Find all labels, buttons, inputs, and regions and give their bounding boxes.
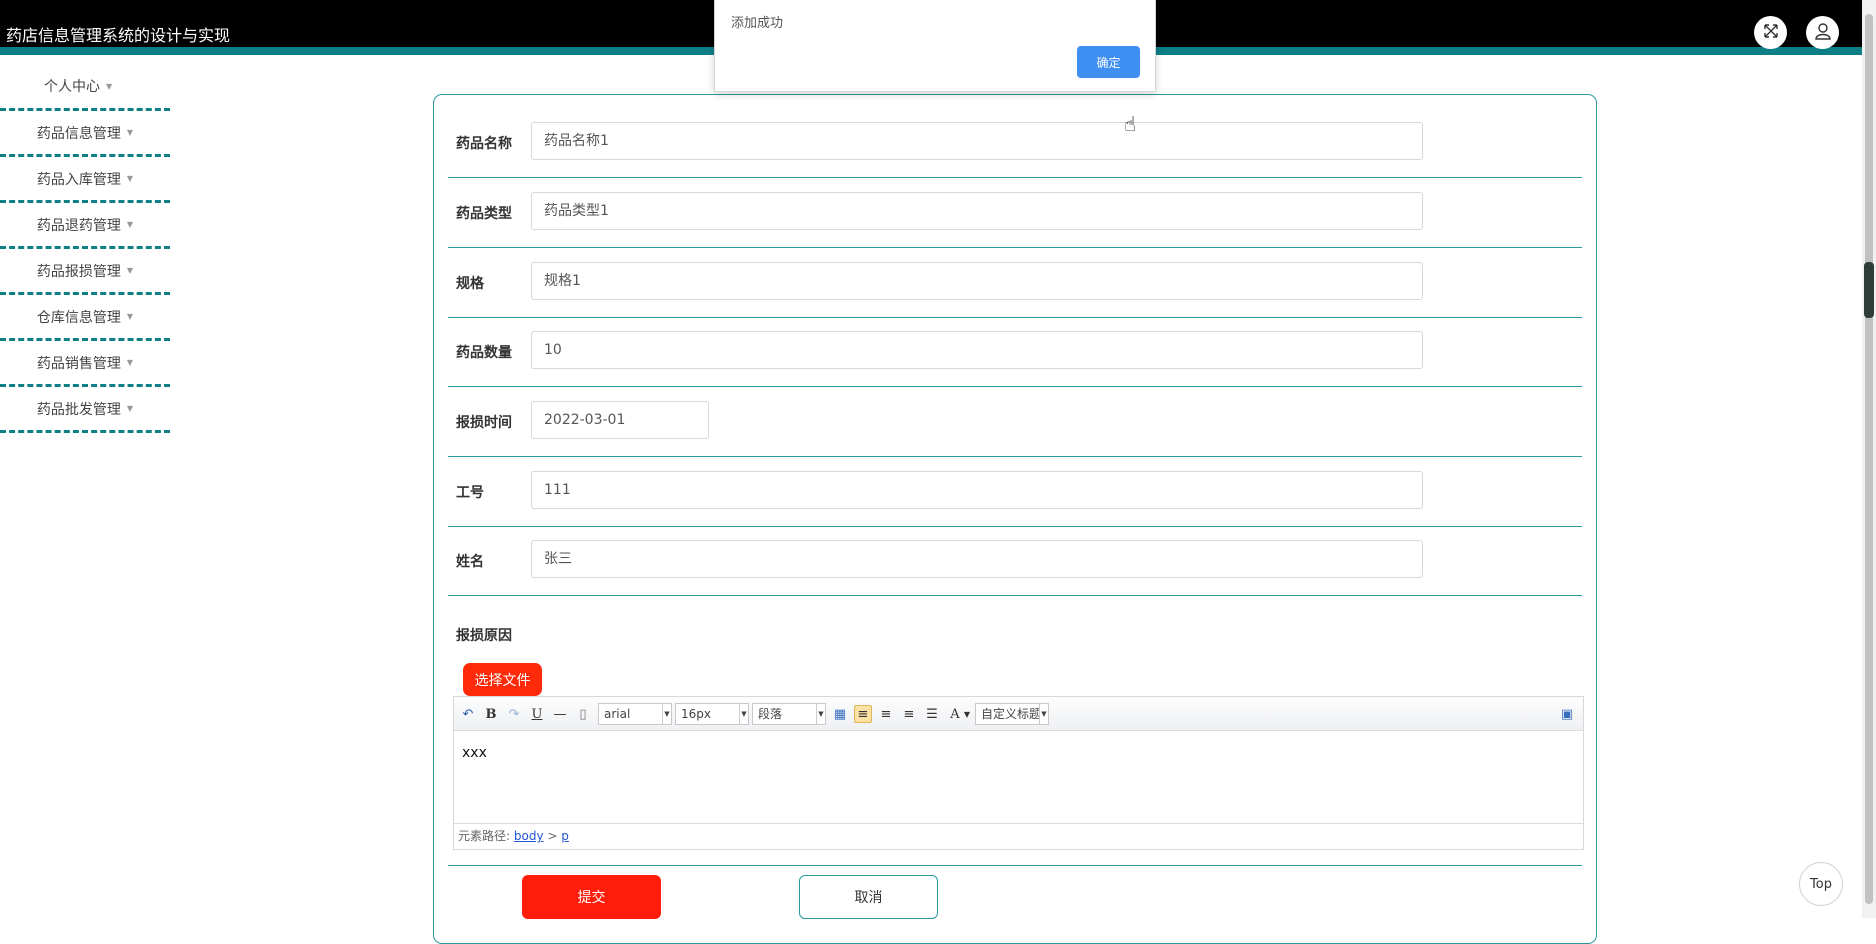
- caret-down-icon: ▼: [126, 220, 134, 229]
- fullscreen-icon: [1763, 23, 1779, 43]
- sidebar-item-label: 仓库信息管理: [36, 309, 121, 326]
- field-label: 药品数量: [456, 345, 512, 361]
- form-row-name: 姓名 张三: [448, 526, 1582, 596]
- field-label: 姓名: [456, 554, 484, 570]
- underline-icon[interactable]: U: [528, 705, 546, 723]
- sidebar-item-drug-inbound[interactable]: 药品入库管理 ▼: [0, 157, 170, 203]
- path-separator: >: [547, 829, 558, 843]
- cancel-button[interactable]: 取消: [799, 875, 938, 919]
- font-family-select[interactable]: arial ▼: [598, 703, 672, 725]
- editor-element-path: 元素路径: body > p: [454, 823, 1583, 849]
- font-family-value: arial: [604, 707, 631, 721]
- caret-down-icon: ▼: [126, 128, 134, 137]
- horizontal-rule-icon[interactable]: —: [551, 705, 569, 723]
- caret-down-icon: ▼: [126, 358, 134, 367]
- redo-icon[interactable]: ↷: [505, 705, 523, 723]
- hand-cursor-icon: ☝: [1124, 112, 1137, 136]
- field-label: 规格: [456, 276, 484, 292]
- path-body-link[interactable]: body: [514, 829, 544, 843]
- dropdown-arrow-icon[interactable]: ▼: [962, 705, 972, 723]
- dropdown-arrow-icon: ▼: [1039, 704, 1048, 724]
- choose-file-button[interactable]: 选择文件: [463, 663, 542, 696]
- dialog-ok-button[interactable]: 确定: [1077, 46, 1140, 78]
- caret-down-icon: ▼: [126, 312, 134, 321]
- sidebar-item-drug-sales[interactable]: 药品销售管理 ▼: [0, 341, 170, 387]
- scrollbar[interactable]: [1862, 0, 1876, 918]
- caret-down-icon: ▼: [126, 404, 134, 413]
- sidebar-item-label: 个人中心: [44, 79, 100, 95]
- drug-type-input[interactable]: 药品类型1: [531, 192, 1423, 230]
- form-row-drug-type: 药品类型 药品类型1: [448, 178, 1582, 248]
- sidebar-item-drug-wholesale[interactable]: 药品批发管理 ▼: [0, 387, 170, 433]
- form-row-quantity: 药品数量 10: [448, 317, 1582, 387]
- form-row-spec: 规格 规格1: [448, 248, 1582, 318]
- damage-date-input[interactable]: 2022-03-01: [531, 401, 709, 439]
- undo-icon[interactable]: ↶: [459, 705, 477, 723]
- caret-down-icon: ▼: [126, 266, 134, 275]
- custom-title-value: 自定义标题: [981, 707, 1039, 721]
- employee-id-input[interactable]: 111: [531, 471, 1423, 509]
- sidebar-item-warehouse[interactable]: 仓库信息管理 ▼: [0, 295, 170, 341]
- sidebar-item-label: 药品批发管理: [36, 401, 121, 418]
- form-row-employee-id: 工号 111: [448, 457, 1582, 527]
- align-right-icon[interactable]: ≡: [877, 705, 895, 723]
- align-left-icon[interactable]: ≡: [854, 705, 872, 723]
- field-label: 工号: [456, 485, 484, 501]
- fullscreen-button[interactable]: [1754, 16, 1787, 49]
- quantity-input[interactable]: 10: [531, 331, 1423, 369]
- name-input[interactable]: 张三: [531, 540, 1423, 578]
- dialog-message: 添加成功: [731, 16, 784, 31]
- app-title: 药店信息管理系统的设计与实现: [6, 26, 231, 45]
- dropdown-arrow-icon: ▼: [816, 704, 825, 724]
- user-icon: [1814, 22, 1832, 44]
- form-row-drug-name: 药品名称 药品名称1: [448, 108, 1582, 178]
- divider: [448, 865, 1582, 866]
- form-row-damage-date: 报损时间 2022-03-01: [448, 387, 1582, 457]
- table-icon[interactable]: ▦: [831, 705, 849, 723]
- dropdown-arrow-icon: ▼: [662, 704, 671, 724]
- field-label: 药品名称: [456, 136, 512, 152]
- message-dialog: 添加成功 确定: [714, 0, 1156, 92]
- rich-text-editor: ↶ B ↷ U — ▯ arial ▼ 16px ▼ 段落 ▼ ▦ ≡ ≡ ≡ ☰ A…: [453, 696, 1584, 850]
- font-size-select[interactable]: 16px ▼: [675, 703, 749, 725]
- path-p-link[interactable]: p: [561, 829, 569, 843]
- spec-input[interactable]: 规格1: [531, 262, 1423, 300]
- paragraph-select[interactable]: 段落 ▼: [752, 703, 826, 725]
- paragraph-value: 段落: [758, 707, 783, 721]
- sidebar-item-drug-return[interactable]: 药品退药管理 ▼: [0, 203, 170, 249]
- bold-icon[interactable]: B: [482, 705, 500, 723]
- sidebar-item-label: 药品报损管理: [36, 263, 121, 280]
- document-icon[interactable]: ▯: [574, 705, 592, 723]
- field-label: 报损时间: [456, 415, 512, 431]
- submit-button[interactable]: 提交: [522, 875, 661, 919]
- reason-label: 报损原因: [456, 628, 512, 644]
- user-button[interactable]: [1806, 16, 1839, 49]
- scrollbar-thumb[interactable]: [1865, 14, 1873, 904]
- field-label: 药品类型: [456, 206, 512, 222]
- sidebar-item-label: 药品销售管理: [36, 355, 121, 372]
- sidebar-item-label: 药品信息管理: [36, 125, 121, 142]
- align-justify-icon[interactable]: ☰: [923, 705, 941, 723]
- editor-content[interactable]: xxx: [462, 745, 487, 761]
- fullscreen-editor-icon[interactable]: ▣: [1558, 705, 1576, 723]
- drug-name-input[interactable]: 药品名称1: [531, 122, 1423, 160]
- element-path-label: 元素路径:: [458, 829, 511, 843]
- form-card: 药品名称 药品名称1 药品类型 药品类型1 规格 规格1 药品数量 10 报损时…: [433, 94, 1597, 944]
- sidebar: 个人中心 ▼ 药品信息管理 ▼ 药品入库管理 ▼ 药品退药管理 ▼ 药品报损管理 ▼ 仓库…: [0, 64, 170, 433]
- back-to-top-button[interactable]: Top: [1799, 862, 1843, 906]
- sidebar-item-label: 药品入库管理: [36, 171, 121, 188]
- caret-down-icon: ▼: [106, 81, 113, 91]
- custom-title-select[interactable]: 自定义标题 ▼: [975, 703, 1049, 725]
- scrollbar-marker: [1864, 262, 1874, 318]
- dropdown-arrow-icon: ▼: [739, 704, 748, 724]
- caret-down-icon: ▼: [126, 174, 134, 183]
- sidebar-item-personal-center[interactable]: 个人中心 ▼: [0, 64, 170, 111]
- font-size-value: 16px: [681, 707, 711, 721]
- sidebar-item-drug-info[interactable]: 药品信息管理 ▼: [0, 111, 170, 157]
- editor-toolbar: ↶ B ↷ U — ▯ arial ▼ 16px ▼ 段落 ▼ ▦ ≡ ≡ ≡ ☰ A…: [454, 697, 1583, 731]
- align-center-icon[interactable]: ≡: [900, 705, 918, 723]
- sidebar-item-label: 药品退药管理: [36, 217, 121, 234]
- sidebar-item-drug-damage[interactable]: 药品报损管理 ▼: [0, 249, 170, 295]
